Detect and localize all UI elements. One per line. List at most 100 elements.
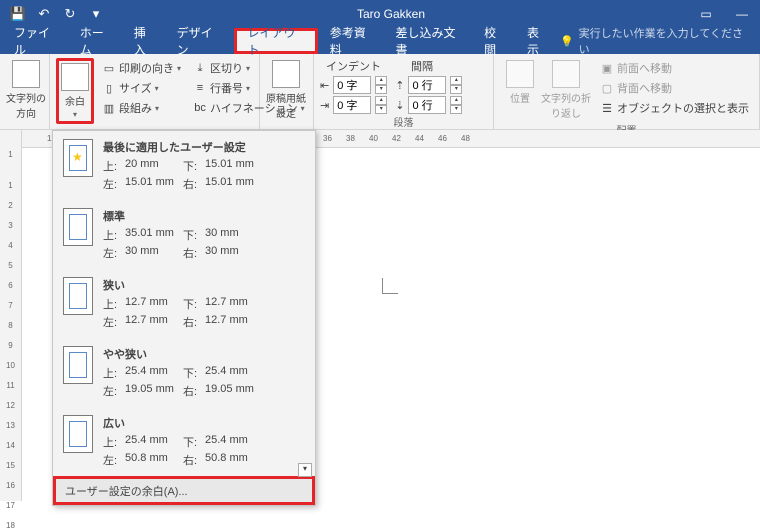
ruler-tick: 11 xyxy=(6,381,14,390)
spin-up[interactable]: ▴ xyxy=(375,96,387,105)
tab-view[interactable]: 表示 xyxy=(517,28,560,54)
ruler-tick: 8 xyxy=(8,321,12,330)
ruler-tick: 7 xyxy=(8,301,12,310)
indent-right-input[interactable] xyxy=(333,96,371,114)
manuscript-button[interactable]: 原稿用紙 設定 xyxy=(266,58,306,122)
spin-up[interactable]: ▴ xyxy=(450,76,462,85)
window-title: Taro Gakken xyxy=(114,7,688,21)
spin-up[interactable]: ▴ xyxy=(375,76,387,85)
hyphen-icon: bc xyxy=(193,101,207,115)
spacing-after-input[interactable] xyxy=(408,96,446,114)
orientation-button[interactable]: ▭印刷の向き▾ xyxy=(100,58,183,78)
margins-label: 余白 xyxy=(65,93,85,108)
spin-down[interactable]: ▾ xyxy=(375,105,387,114)
spin-down[interactable]: ▾ xyxy=(375,85,387,94)
margin-option[interactable]: ★ 最後に適用したユーザー設定 上:20 mm 下:15.01 mm 左:15.… xyxy=(53,131,315,200)
tab-layout[interactable]: レイアウト xyxy=(234,28,317,54)
send-backward-button[interactable]: ▢背面へ移動 xyxy=(598,78,751,98)
save-button[interactable]: 💾 xyxy=(6,2,30,26)
spin-up[interactable]: ▴ xyxy=(450,96,462,105)
margin-preview-icon xyxy=(63,208,93,246)
spacing-after-spinner[interactable]: ⇣ ▴▾ xyxy=(395,96,462,114)
lightbulb-icon: 💡 xyxy=(560,35,574,48)
margin-option-title: 狭い xyxy=(103,277,305,293)
tell-me-placeholder: 実行したい作業を入力してください xyxy=(579,25,745,57)
ruler-tick: 4 xyxy=(8,241,12,250)
indent-right-icon: ⇥ xyxy=(320,99,329,112)
undo-button[interactable]: ↶ xyxy=(32,2,56,26)
margin-preview-icon xyxy=(63,346,93,384)
breaks-icon: ⤓ xyxy=(193,61,207,75)
tell-me-search[interactable]: 💡 実行したい作業を入力してください xyxy=(560,25,760,57)
ruler-tick: 44 xyxy=(415,134,424,143)
spacing-after-icon: ⇣ xyxy=(395,99,404,112)
margins-button[interactable]: 余白 ▾ xyxy=(56,58,94,124)
wrap-icon xyxy=(552,60,580,88)
size-button[interactable]: ▯サイズ▾ xyxy=(100,78,183,98)
ruler-tick: 5 xyxy=(8,261,12,270)
ruler-tick: 1 xyxy=(8,181,12,190)
margins-dropdown: ★ 最後に適用したユーザー設定 上:20 mm 下:15.01 mm 左:15.… xyxy=(52,130,316,506)
text-direction-button[interactable]: 文字列の 方向 xyxy=(6,58,46,122)
position-button[interactable]: 位置 xyxy=(500,58,540,107)
columns-icon: ▥ xyxy=(102,101,116,115)
ruler-tick: 3 xyxy=(8,221,12,230)
minimize-button[interactable]: — xyxy=(724,0,760,28)
spacing-before-spinner[interactable]: ⇡ ▴▾ xyxy=(395,76,462,94)
ribbon-options-button[interactable]: ▭ xyxy=(688,0,724,28)
redo-button[interactable]: ↻ xyxy=(58,2,82,26)
margin-option[interactable]: 広い 上:25.4 mm 下:25.4 mm 左:50.8 mm 右:50.8 … xyxy=(53,407,315,476)
tab-review[interactable]: 校閲 xyxy=(474,28,517,54)
tab-mailings[interactable]: 差し込み文書 xyxy=(385,28,474,54)
dropdown-scroll-down[interactable]: ▾ xyxy=(298,463,312,477)
ruler-tick: 18 xyxy=(6,521,15,530)
spacing-before-icon: ⇡ xyxy=(395,79,404,92)
margin-option[interactable]: 狭い 上:12.7 mm 下:12.7 mm 左:12.7 mm 右:12.7 … xyxy=(53,269,315,338)
breaks-label: 区切り xyxy=(210,60,243,76)
text-direction-label: 文字列の 方向 xyxy=(6,90,46,120)
chevron-down-icon: ▾ xyxy=(73,110,77,119)
columns-label: 段組み xyxy=(119,100,152,116)
ribbon: 文字列の 方向 余白 ▾ ▭印刷の向き▾ ▯サイズ▾ ▥段組み▾ ⤓区切り▾ ≡… xyxy=(0,54,760,130)
tab-file[interactable]: ファイル xyxy=(4,28,70,54)
ruler-tick: 15 xyxy=(6,461,15,470)
tab-insert[interactable]: 挿入 xyxy=(124,28,167,54)
vertical-ruler: 1123456789101112131415161718 xyxy=(0,130,22,501)
qat-customize[interactable]: ▾ xyxy=(84,2,108,26)
margin-option[interactable]: やや狭い 上:25.4 mm 下:25.4 mm 左:19.05 mm 右:19… xyxy=(53,338,315,407)
line-num-icon: ≡ xyxy=(193,81,207,95)
size-icon: ▯ xyxy=(102,81,116,95)
tab-home[interactable]: ホーム xyxy=(70,28,124,54)
bring-forward-button[interactable]: ▣前面へ移動 xyxy=(598,58,751,78)
indent-left-spinner[interactable]: ⇤ ▴▾ xyxy=(320,76,387,94)
size-label: サイズ xyxy=(119,80,152,96)
ruler-tick: 13 xyxy=(6,421,15,430)
ruler-tick: 46 xyxy=(438,134,447,143)
position-label: 位置 xyxy=(510,90,530,105)
selection-label: オブジェクトの選択と表示 xyxy=(617,100,749,116)
indent-right-spinner[interactable]: ⇥ ▴▾ xyxy=(320,96,387,114)
ruler-tick: 14 xyxy=(6,441,15,450)
margin-option-title: 広い xyxy=(103,415,305,431)
indent-left-input[interactable] xyxy=(333,76,371,94)
line-num-label: 行番号 xyxy=(210,80,243,96)
ruler-tick: 48 xyxy=(461,134,470,143)
tab-references[interactable]: 参考資料 xyxy=(320,28,386,54)
wrap-text-button[interactable]: 文字列の折 り返し xyxy=(540,58,592,122)
ruler-tick: 2 xyxy=(8,201,12,210)
ruler-tick: 12 xyxy=(6,401,15,410)
ruler-tick: 42 xyxy=(392,134,401,143)
spin-down[interactable]: ▾ xyxy=(450,105,462,114)
margins-icon xyxy=(61,63,89,91)
indent-left-icon: ⇤ xyxy=(320,79,329,92)
paragraph-group-label: 段落 xyxy=(314,114,493,131)
orientation-icon: ▭ xyxy=(102,61,116,75)
margin-option-title: やや狭い xyxy=(103,346,305,362)
spacing-before-input[interactable] xyxy=(408,76,446,94)
spin-down[interactable]: ▾ xyxy=(450,85,462,94)
selection-pane-button[interactable]: ☰オブジェクトの選択と表示 xyxy=(598,98,751,118)
tab-design[interactable]: デザイン xyxy=(167,28,233,54)
margin-option[interactable]: 標準 上:35.01 mm 下:30 mm 左:30 mm 右:30 mm xyxy=(53,200,315,269)
send-back-icon: ▢ xyxy=(600,81,614,95)
columns-button[interactable]: ▥段組み▾ xyxy=(100,98,183,118)
